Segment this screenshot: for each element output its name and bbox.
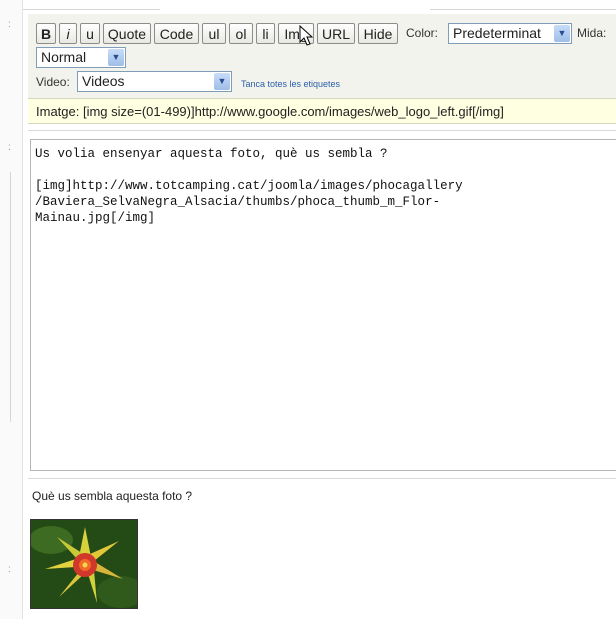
divider (28, 478, 616, 479)
close-all-tags-link[interactable]: Tanca totes les etiquetes (241, 79, 340, 89)
rail-marker: : (8, 19, 11, 30)
rail-marker: : (8, 564, 11, 575)
flower-photo-icon (31, 520, 137, 608)
size-select[interactable]: Normal ▼ (36, 47, 126, 68)
message-textarea[interactable]: Us volia ensenyar aquesta foto, què us s… (30, 139, 616, 471)
url-button[interactable]: URL (317, 23, 355, 44)
video-select[interactable]: Videos ▼ (77, 71, 232, 92)
li-button[interactable]: li (256, 23, 275, 44)
tab-edge-left (0, 3, 160, 10)
quote-button[interactable]: Quote (103, 23, 151, 44)
chevron-down-icon[interactable]: ▼ (108, 49, 124, 66)
chevron-down-icon[interactable]: ▼ (554, 25, 570, 42)
bbcode-toolbar: B i u Quote Code ul ol li Img URL Hide C… (28, 14, 616, 98)
size-label: Mida: (577, 26, 607, 40)
color-select-value: Predeterminat (453, 25, 541, 41)
color-label: Color: (406, 26, 439, 40)
italic-button[interactable]: i (59, 23, 77, 44)
video-label: Video: (36, 75, 70, 89)
video-select-value: Videos (82, 73, 125, 89)
hide-button[interactable]: Hide (358, 23, 398, 44)
preview-text: Què us sembla aquesta foto ? (32, 489, 193, 503)
divider (28, 130, 616, 131)
ul-button[interactable]: ul (202, 23, 226, 44)
rail-line (10, 172, 11, 422)
tab-edge-right (430, 3, 616, 10)
ol-button[interactable]: ol (229, 23, 253, 44)
underline-button[interactable]: u (80, 23, 100, 44)
code-button[interactable]: Code (154, 23, 199, 44)
rail-marker: : (8, 142, 11, 153)
mouse-cursor-icon (299, 25, 313, 46)
top-edge (0, 0, 616, 12)
left-rail: : : : (0, 0, 23, 619)
color-select[interactable]: Predeterminat ▼ (448, 23, 572, 44)
bold-button[interactable]: B (36, 23, 56, 44)
size-select-value: Normal (41, 49, 87, 65)
help-hint: Imatge: [img size=(01-499)]http://www.go… (28, 98, 616, 124)
flower-photo-thumbnail (30, 519, 138, 609)
chevron-down-icon[interactable]: ▼ (214, 73, 230, 90)
